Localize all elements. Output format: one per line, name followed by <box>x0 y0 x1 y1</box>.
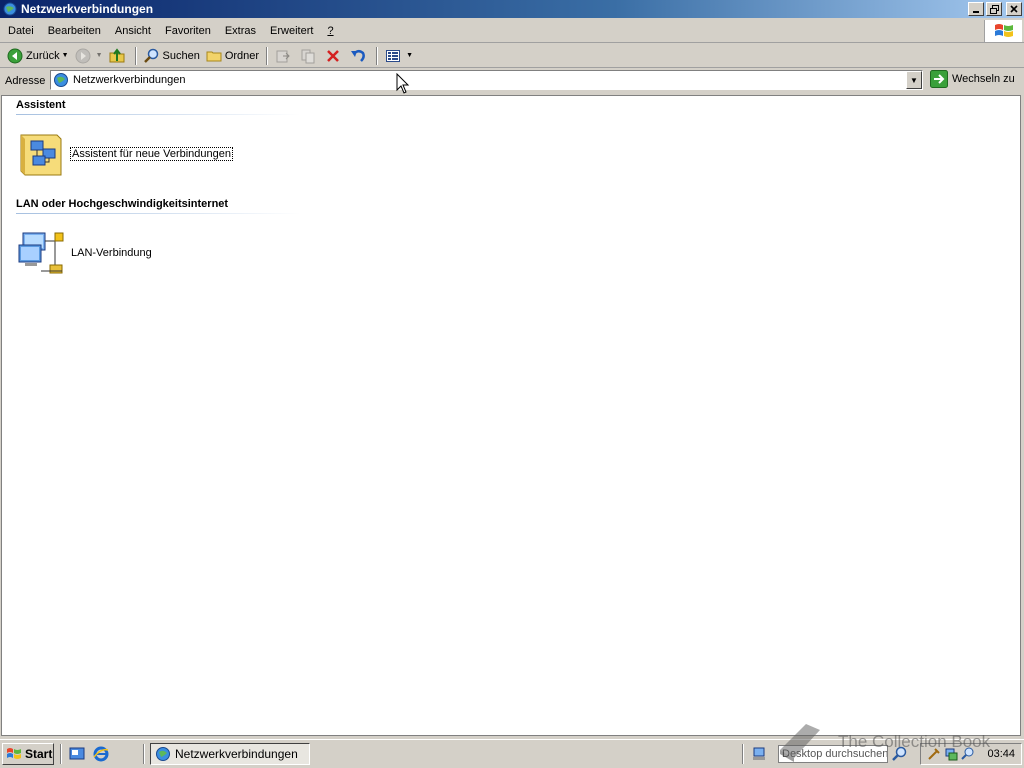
clock: 03:44 <box>987 748 1015 760</box>
back-dropdown-icon[interactable]: ▼ <box>62 52 69 59</box>
views-dropdown-icon: ▼ <box>406 52 413 59</box>
up-folder-button[interactable] <box>106 45 131 67</box>
item-label: Assistent für neue Verbindungen <box>69 147 234 161</box>
folder-up-icon <box>109 47 124 62</box>
minimize-icon <box>973 11 979 13</box>
menu-datei[interactable]: Datei <box>0 25 41 37</box>
group-header-assistent: Assistent <box>16 99 66 111</box>
network-globe-icon <box>156 747 170 761</box>
network-globe-icon <box>54 73 68 87</box>
start-button[interactable]: Start <box>2 743 54 765</box>
group-header-lan: LAN oder Hochgeschwindigkeitsinternet <box>16 198 229 210</box>
wizard-icon <box>20 134 62 176</box>
taskbar-item-netzwerkverbindungen[interactable]: Netzwerkverbindungen <box>150 743 310 765</box>
copy-to-button[interactable] <box>297 45 322 67</box>
menu-favoriten[interactable]: Favoriten <box>158 25 218 37</box>
restore-button[interactable] <box>986 2 1002 16</box>
windows-flag-icon <box>7 748 21 759</box>
delete-button[interactable] <box>322 45 347 67</box>
views-button[interactable]: ▼ <box>382 45 416 67</box>
title-bar[interactable]: Netzwerkverbindungen <box>0 0 1024 18</box>
undo-icon <box>351 49 365 62</box>
toolbar-separator <box>266 46 269 65</box>
toolbar-separator <box>134 46 137 65</box>
move-to-button[interactable] <box>272 45 297 67</box>
folders-button[interactable]: Ordner <box>203 45 262 67</box>
delete-x-icon <box>327 49 339 62</box>
address-label: Adresse <box>5 75 46 87</box>
group-divider <box>16 114 301 115</box>
search-button[interactable]: Suchen <box>141 45 203 67</box>
list-item-new-connection-wizard[interactable]: Assistent für neue Verbindungen <box>17 129 234 179</box>
lan-connection-icon <box>18 232 64 274</box>
go-button[interactable]: Wechseln zu <box>930 70 1015 88</box>
windows-flag-icon <box>994 24 1013 37</box>
address-value: Netzwerkverbindungen <box>73 74 186 86</box>
list-item-lan-connection[interactable]: LAN-Verbindung <box>17 227 152 279</box>
item-label: LAN-Verbindung <box>71 247 152 259</box>
chevron-down-icon: ▼ <box>910 75 918 85</box>
standard-toolbar: Zurück ▼ ▼ Suchen Ordner ▼ <box>0 44 1024 68</box>
views-grid-icon <box>386 49 401 62</box>
copy-to-icon <box>301 49 315 63</box>
forward-dropdown-icon[interactable]: ▼ <box>96 52 103 59</box>
address-bar: Adresse Netzwerkverbindungen ▼ Wechseln … <box>0 69 1024 93</box>
windows-logo <box>984 20 1022 42</box>
address-input[interactable]: Netzwerkverbindungen ▼ <box>50 70 923 90</box>
close-icon <box>1010 5 1018 13</box>
menu-ansicht[interactable]: Ansicht <box>108 25 158 37</box>
taskbar: Start Netzwerkverbindungen Desktop durch… <box>0 739 1024 768</box>
tray-tools-icon[interactable] <box>927 747 941 761</box>
file-list-view[interactable]: Assistent Assistent für neue Verbindunge… <box>1 95 1021 736</box>
folder-icon <box>206 51 222 61</box>
minimize-button[interactable] <box>968 2 984 16</box>
network-tray-icon[interactable] <box>751 746 767 762</box>
menu-erweitert[interactable]: Erweitert <box>263 25 320 37</box>
search-icon[interactable] <box>892 746 908 762</box>
menu-bar: Datei Bearbeiten Ansicht Favoriten Extra… <box>0 20 1024 43</box>
desktop-search-input[interactable]: Desktop durchsuchen <box>778 745 888 763</box>
forward-arrow-icon <box>75 48 91 63</box>
internet-explorer-icon[interactable] <box>93 746 109 762</box>
restore-icon <box>989 4 999 14</box>
menu-help[interactable]: ? <box>320 25 340 37</box>
system-tray: 03:44 <box>920 743 1022 765</box>
group-divider <box>16 213 301 214</box>
network-globe-icon <box>3 2 17 16</box>
tray-search-icon[interactable] <box>961 747 975 761</box>
menu-extras[interactable]: Extras <box>218 25 263 37</box>
close-button[interactable] <box>1006 2 1022 16</box>
window-title: Netzwerkverbindungen <box>21 2 154 16</box>
taskbar-separator <box>143 744 145 764</box>
taskbar-separator <box>60 744 62 764</box>
mouse-pointer-icon <box>396 73 410 94</box>
undo-button[interactable] <box>347 45 372 67</box>
go-arrow-icon <box>930 70 948 88</box>
menu-bearbeiten[interactable]: Bearbeiten <box>41 25 108 37</box>
show-desktop-icon[interactable] <box>69 746 85 762</box>
toolbar-separator <box>376 46 379 65</box>
forward-button[interactable]: ▼ <box>72 45 106 67</box>
taskbar-separator <box>742 744 744 764</box>
search-icon <box>143 48 158 63</box>
back-arrow-icon <box>7 48 23 63</box>
tray-network-icon[interactable] <box>944 747 958 761</box>
back-button[interactable]: Zurück ▼ <box>4 45 72 67</box>
address-dropdown-button[interactable]: ▼ <box>906 71 922 89</box>
move-to-icon <box>276 50 290 62</box>
